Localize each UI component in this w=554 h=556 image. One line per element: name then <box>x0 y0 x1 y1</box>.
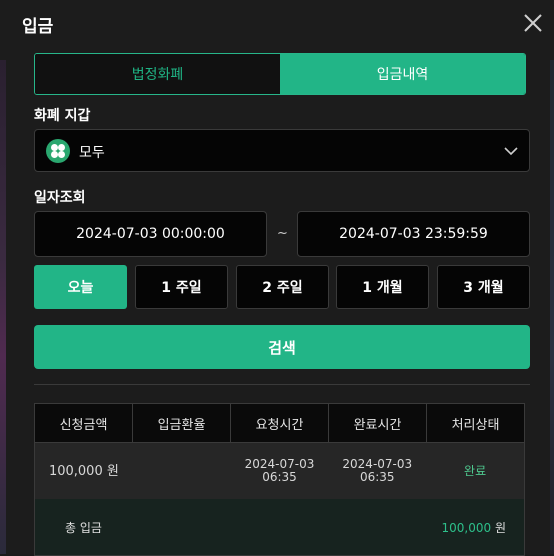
wallet-grid-icon <box>46 139 70 163</box>
cell-rate <box>133 443 231 499</box>
date-separator: ~ <box>277 226 288 241</box>
wallet-label: 화폐 지갑 <box>34 108 91 124</box>
tab-deposit-history[interactable]: 입금내역 <box>280 54 525 94</box>
cell-requested-time-text: 06:35 <box>262 470 297 484</box>
period-2-weeks-button[interactable]: 2 주일 <box>236 265 329 309</box>
table-header-row: 신청금액 입금환율 요청시간 완료시간 처리상태 <box>35 404 524 443</box>
status-badge: 완료 <box>464 463 487 478</box>
table-row: 100,000 원 2024-07-03 06:35 2024-07-03 06… <box>35 443 524 499</box>
cell-amount: 100,000 원 <box>48 463 119 479</box>
total-deposit-amount: 100,000 <box>441 521 492 535</box>
divider <box>34 384 530 385</box>
background-edge-left <box>0 60 6 554</box>
period-1-month-button[interactable]: 1 개월 <box>336 265 429 309</box>
wallet-select-value: 모두 <box>79 145 105 161</box>
column-header-requested: 요청시간 <box>231 404 329 442</box>
cell-requested-time: 2024-07-03 06:35 <box>231 443 329 499</box>
table-footer: 총 입금 100,000 원 <box>35 499 524 555</box>
column-header-rate: 입금환율 <box>133 404 231 442</box>
search-button[interactable]: 검색 <box>34 325 530 369</box>
background-edge-right <box>550 60 554 554</box>
period-3-months-button[interactable]: 3 개월 <box>437 265 530 309</box>
chevron-down-icon <box>504 147 518 156</box>
deposit-modal: 입금 법정화폐 입금내역 화폐 지갑 모두 일자조회 2024-07-03 00… <box>0 0 554 556</box>
column-header-status: 처리상태 <box>451 417 500 433</box>
wallet-select[interactable]: 모두 <box>34 129 530 172</box>
cell-completed-time: 2024-07-03 06:35 <box>328 443 426 499</box>
total-deposit-unit: 원 <box>494 521 506 535</box>
column-header-amount: 신청금액 <box>35 404 133 442</box>
close-icon[interactable] <box>522 12 544 34</box>
total-deposit-label: 총 입금 <box>65 521 102 535</box>
date-range-label: 일자조회 <box>34 190 86 206</box>
deposit-history-table: 신청금액 입금환율 요청시간 완료시간 처리상태 100,000 원 2024-… <box>34 403 525 556</box>
modal-title: 입금 <box>22 17 54 37</box>
deposit-tabs: 법정화폐 입금내역 <box>34 53 526 95</box>
period-today-button[interactable]: 오늘 <box>34 265 127 309</box>
end-date-input[interactable]: 2024-07-03 23:59:59 <box>297 211 530 257</box>
total-deposit-value: 100,000 원 <box>442 519 507 536</box>
column-header-completed: 완료시간 <box>329 404 427 442</box>
period-1-week-button[interactable]: 1 주일 <box>135 265 228 309</box>
start-date-input[interactable]: 2024-07-03 00:00:00 <box>34 211 267 257</box>
tab-fiat[interactable]: 법정화폐 <box>35 54 280 94</box>
cell-completed-time-text: 06:35 <box>359 470 395 484</box>
